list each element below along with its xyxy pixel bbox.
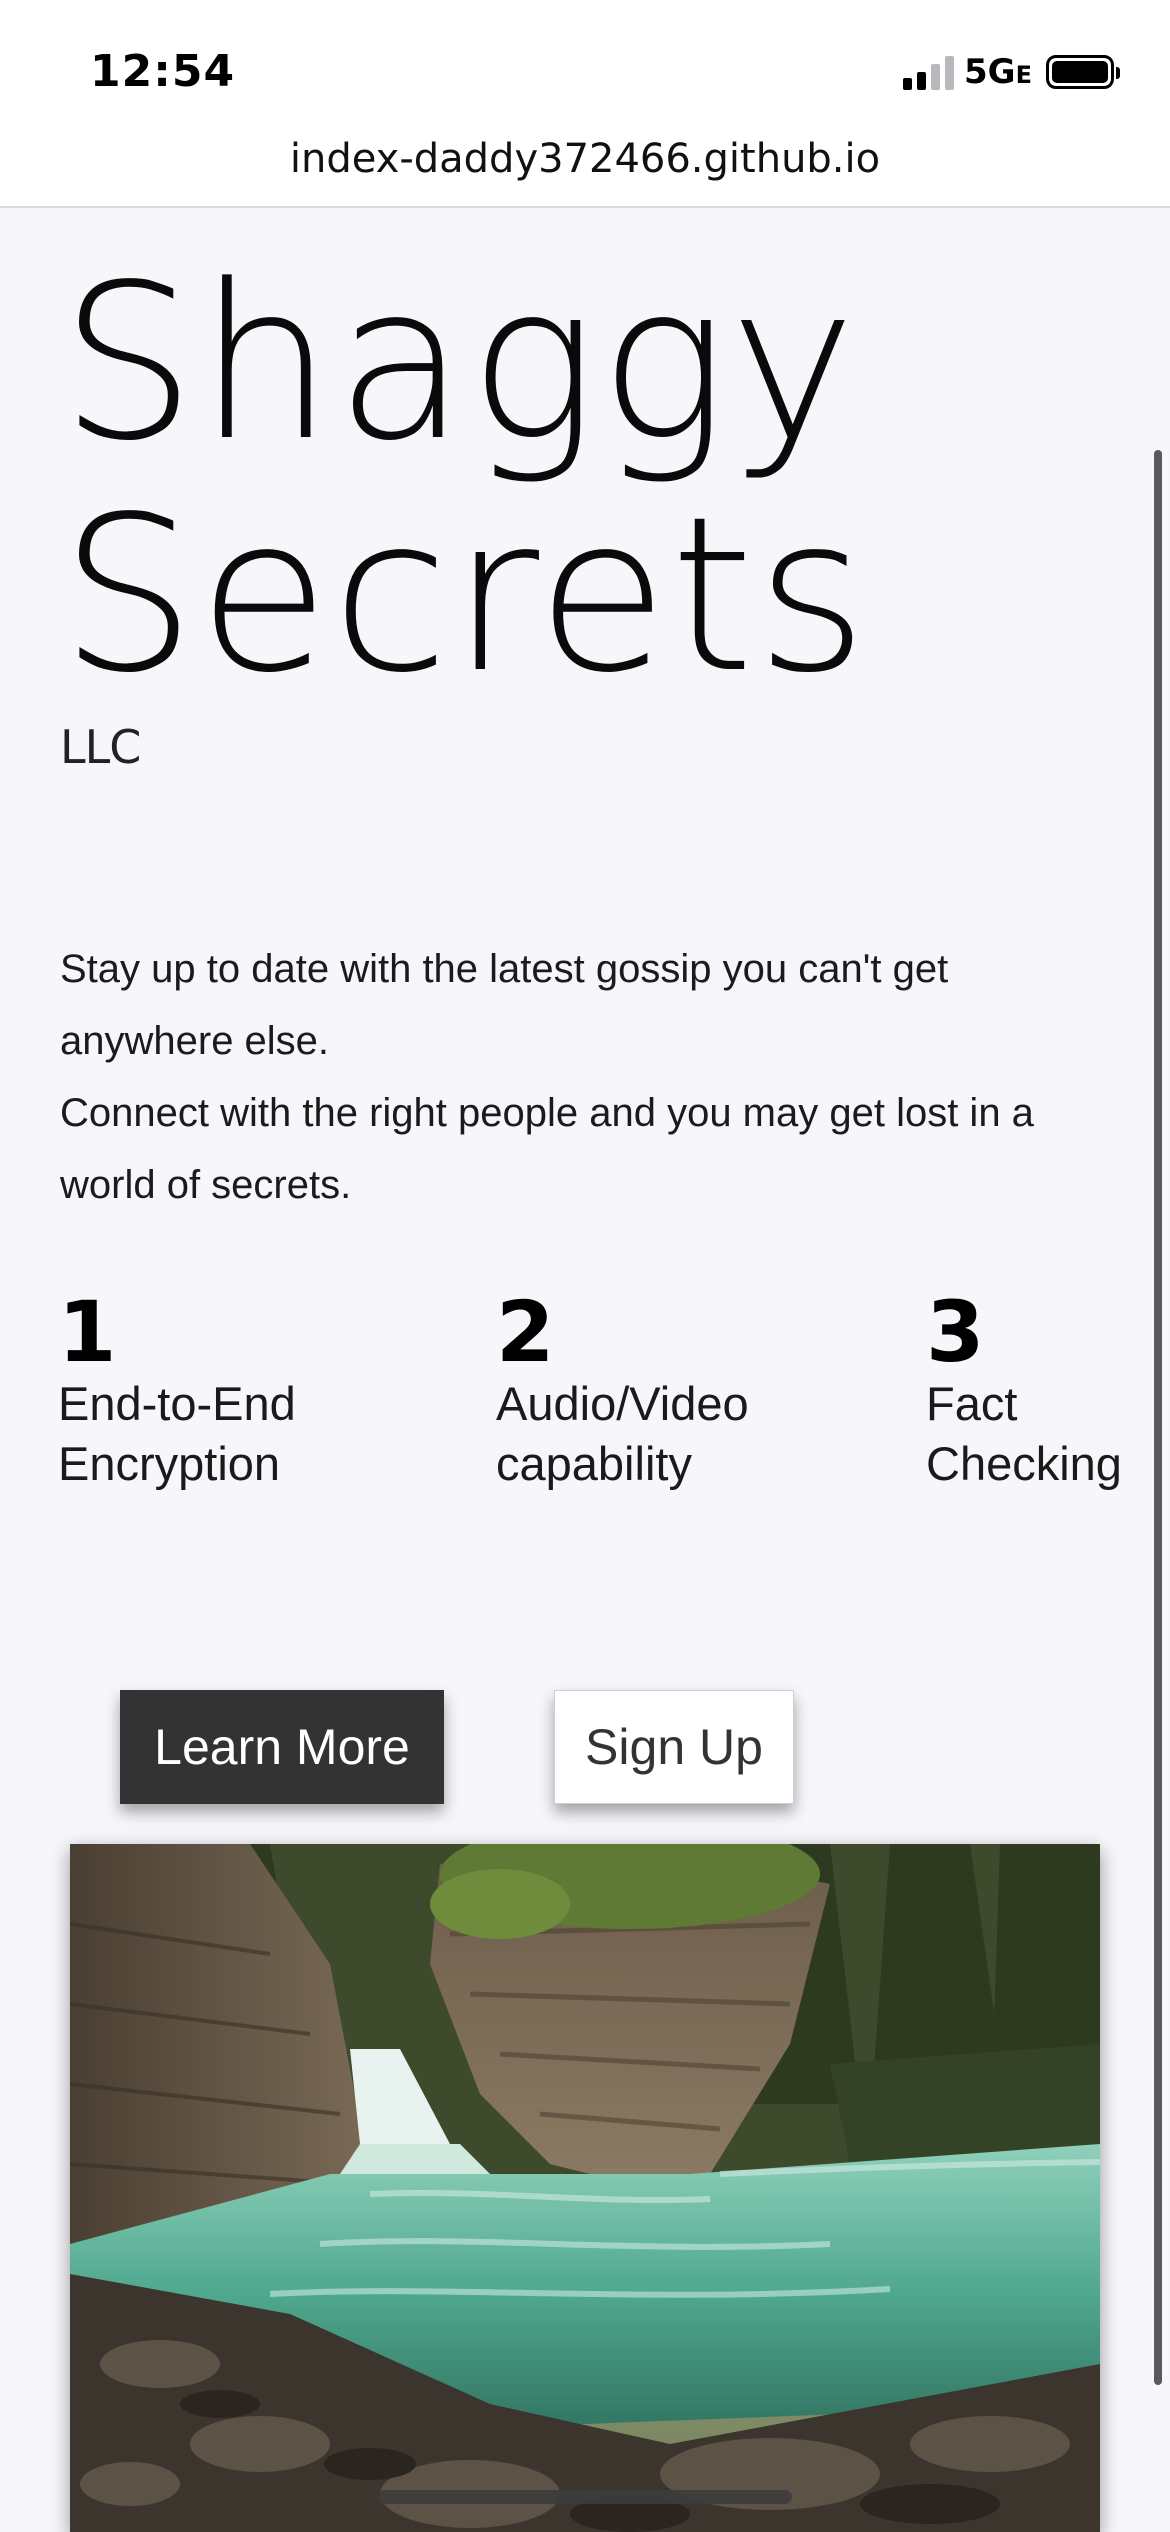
home-indicator[interactable] <box>378 2490 792 2504</box>
intro-line-1: Stay up to date with the latest gossip y… <box>60 947 949 1063</box>
title-line-1: Shaggy <box>60 239 859 488</box>
title-line-2: Secrets <box>60 471 870 720</box>
intro-text: Stay up to date with the latest gossip y… <box>60 933 1120 1221</box>
feature-fact-checking: 3 Fact Checking <box>926 1290 1122 1494</box>
network-indicator: 5GE <box>964 52 1032 92</box>
landscape-illustration <box>70 1844 1100 2532</box>
page-subtitle: LLC <box>60 720 141 774</box>
feature-label-line: capability <box>496 1437 692 1490</box>
signal-bars-icon <box>903 54 955 90</box>
features-row: 1 End-to-End Encryption 2 Audio/Video ca… <box>0 1290 1170 1530</box>
intro-line-2: Connect with the right people and you ma… <box>60 1091 1034 1207</box>
feature-label: Fact Checking <box>926 1374 1122 1494</box>
feature-encryption: 1 End-to-End Encryption <box>58 1290 296 1494</box>
feature-label-line: Encryption <box>58 1437 281 1490</box>
feature-label-line: Checking <box>926 1437 1122 1490</box>
feature-label: Audio/Video capability <box>496 1374 749 1494</box>
feature-number: 2 <box>496 1283 555 1381</box>
status-time: 12:54 <box>90 46 236 97</box>
sign-up-button[interactable]: Sign Up <box>554 1690 794 1804</box>
feature-label-line: End-to-End <box>58 1377 296 1430</box>
feature-number: 3 <box>926 1283 985 1381</box>
feature-audio-video: 2 Audio/Video capability <box>496 1290 749 1494</box>
page-title: Shaggy Secrets <box>60 248 870 712</box>
feature-label-line: Audio/Video <box>496 1377 749 1430</box>
canyon-waterfall-image <box>70 1844 1100 2532</box>
browser-chrome: 12:54 5GE index-daddy372466.github.io <box>0 0 1170 208</box>
feature-number: 1 <box>58 1283 117 1381</box>
feature-label-line: Fact <box>926 1377 1018 1430</box>
network-suffix: E <box>1015 61 1032 89</box>
status-indicators: 5GE <box>903 52 1120 92</box>
feature-label: End-to-End Encryption <box>58 1374 296 1494</box>
page-scrollbar[interactable] <box>1154 450 1162 2385</box>
address-bar-url[interactable]: index-daddy372466.github.io <box>0 136 1170 182</box>
network-type: 5G <box>964 52 1016 92</box>
learn-more-button[interactable]: Learn More <box>120 1690 444 1804</box>
battery-full-icon <box>1046 55 1120 89</box>
